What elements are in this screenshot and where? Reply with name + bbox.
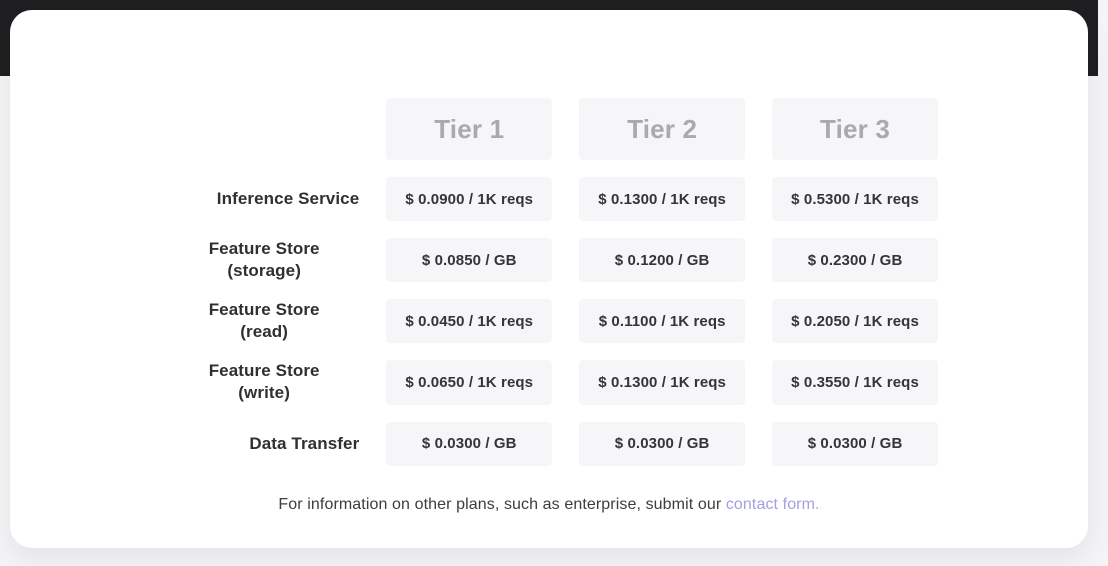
- row-label-inference-service: Inference Service: [216, 188, 360, 208]
- contact-form-link[interactable]: contact form.: [726, 496, 820, 513]
- row-label-line-2: (write): [238, 383, 290, 403]
- footer-note-text: For information on other plans, such as …: [278, 496, 722, 513]
- price-cell-feature-store-storage-tier-2: $ 0.1200 / GB: [579, 238, 746, 283]
- row-label-line-2: (storage): [227, 261, 301, 281]
- table-row: Data Transfer $ 0.0300 / GB $ 0.0300 / G…: [187, 421, 938, 466]
- row-label-feature-store-write: Feature Store (write): [187, 360, 359, 404]
- pricing-table-body: Inference Service $ 0.0900 / 1K reqs $ 0…: [187, 177, 938, 466]
- pricing-card: Tier 1 Tier 2 Tier 3 Inference Service $…: [10, 10, 1088, 548]
- price-cell-data-transfer-tier-1: $ 0.0300 / GB: [386, 421, 553, 466]
- price-cell-data-transfer-tier-3: $ 0.0300 / GB: [772, 421, 938, 466]
- footer-note: For information on other plans, such as …: [10, 496, 1088, 514]
- tier-header-2: Tier 2: [579, 98, 746, 160]
- row-label-feature-store-storage: Feature Store (storage): [187, 238, 359, 282]
- price-cell-inference-service-tier-2: $ 0.1300 / 1K reqs: [579, 177, 746, 221]
- price-cell-feature-store-storage-tier-1: $ 0.0850 / GB: [386, 238, 553, 283]
- pricing-card-inner: Tier 1 Tier 2 Tier 3 Inference Service $…: [10, 10, 1088, 548]
- row-label-line-1: Feature Store: [208, 300, 320, 320]
- table-corner-cell: [187, 98, 359, 160]
- price-cell-feature-store-write-tier-3: $ 0.3550 / 1K reqs: [772, 360, 938, 405]
- table-row: Feature Store (read) $ 0.0450 / 1K reqs …: [187, 299, 938, 344]
- row-label-line-1: Feature Store: [208, 239, 320, 258]
- price-cell-feature-store-read-tier-1: $ 0.0450 / 1K reqs: [386, 299, 553, 344]
- pricing-table-head: Tier 1 Tier 2 Tier 3: [187, 98, 938, 160]
- table-row: Feature Store (write) $ 0.0650 / 1K reqs…: [187, 360, 938, 405]
- row-label-line-2: (read): [240, 322, 289, 342]
- tier-header-3: Tier 3: [772, 98, 938, 160]
- table-row: Feature Store (storage) $ 0.0850 / GB $ …: [187, 238, 938, 283]
- price-cell-feature-store-read-tier-2: $ 0.1100 / 1K reqs: [579, 299, 746, 344]
- price-cell-feature-store-write-tier-2: $ 0.1300 / 1K reqs: [579, 360, 746, 405]
- row-label-feature-store-read: Feature Store (read): [187, 299, 359, 343]
- price-cell-feature-store-read-tier-3: $ 0.2050 / 1K reqs: [772, 299, 938, 344]
- tier-header-1: Tier 1: [386, 98, 553, 160]
- row-label-data-transfer: Data Transfer: [249, 433, 360, 453]
- row-label-line-1: Feature Store: [208, 361, 320, 381]
- pricing-table: Tier 1 Tier 2 Tier 3 Inference Service $…: [160, 81, 965, 483]
- price-cell-inference-service-tier-1: $ 0.0900 / 1K reqs: [386, 177, 553, 221]
- price-cell-inference-service-tier-3: $ 0.5300 / 1K reqs: [772, 177, 938, 221]
- price-cell-feature-store-storage-tier-3: $ 0.2300 / GB: [772, 238, 938, 283]
- price-cell-feature-store-write-tier-1: $ 0.0650 / 1K reqs: [386, 360, 553, 405]
- table-row: Inference Service $ 0.0900 / 1K reqs $ 0…: [187, 177, 938, 221]
- tier-header-row: Tier 1 Tier 2 Tier 3: [187, 98, 938, 160]
- price-cell-data-transfer-tier-2: $ 0.0300 / GB: [579, 421, 746, 466]
